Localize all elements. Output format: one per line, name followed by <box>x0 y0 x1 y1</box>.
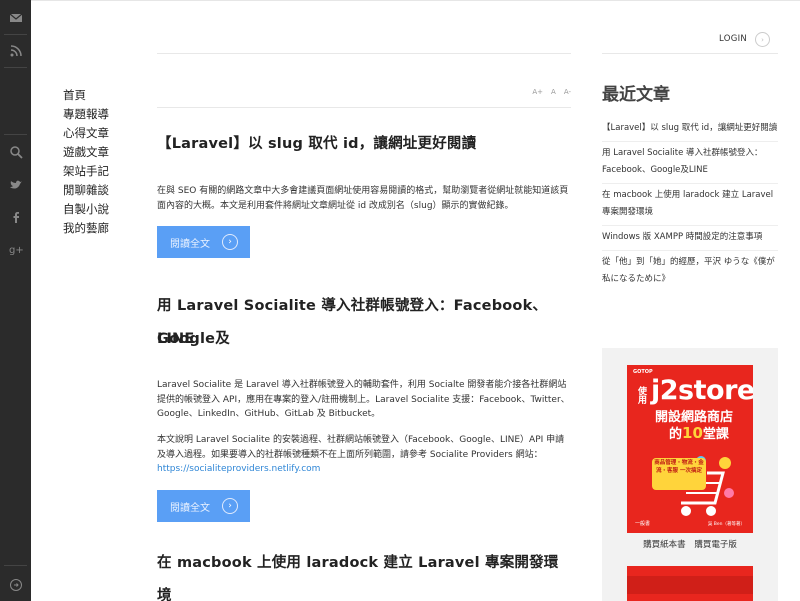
recent-post-link[interactable]: 用 Laravel Socialite 導入社群帳號登入：Facebook、Go… <box>602 142 778 184</box>
recent-posts-heading: 最近文章 <box>602 85 670 105</box>
second-book-cover[interactable] <box>627 566 753 601</box>
font-size-controls: A+ A A- <box>532 88 571 96</box>
nav-item-site-notes[interactable]: 架站手記 <box>63 162 143 181</box>
social-sidebar: g+ <box>0 0 31 601</box>
recent-posts-list: 【Laravel】以 slug 取代 id，讓網址更好閱讀 用 Laravel … <box>602 117 778 292</box>
read-more-label: 閱讀全文 <box>170 238 210 250</box>
svg-text:g+: g+ <box>9 245 23 256</box>
post-title-line: 用 Laravel Socialite 導入社群帳號登入：Facebook、Go… <box>157 298 548 347</box>
recent-post-link[interactable]: 【Laravel】以 slug 取代 id，讓網址更好閱讀 <box>602 117 778 142</box>
nav-item-features[interactable]: 專題報導 <box>63 105 143 124</box>
book-cover-author: 一般書 <box>635 521 651 527</box>
read-more-label: 閱讀全文 <box>170 502 210 514</box>
font-size-increase[interactable]: A+ <box>532 88 543 96</box>
book-ad-panel: GOTOP 使用 j2store 開設網路商店 的10堂課 商品管理・物流・金流… <box>602 348 778 601</box>
login-link[interactable]: LOGIN <box>719 34 747 44</box>
book-cover-title: j2store <box>651 375 753 406</box>
font-size-decrease[interactable]: A- <box>564 88 571 96</box>
post-excerpt: Laravel Socialite 是 Laravel 導入社群帳號登入的輔助套… <box>157 380 570 419</box>
recent-post-link[interactable]: Windows 版 XAMPP 時間設定的注意事項 <box>602 226 778 251</box>
nav-item-chat[interactable]: 閒聊雜談 <box>63 181 143 200</box>
post-excerpt: 本文說明 Laravel Socialite 的安裝過程、社群網站帳號登入（Fa… <box>157 433 571 477</box>
book-purchase-links: 購買紙本書 購買電子版 <box>602 538 778 550</box>
recent-post-link[interactable]: 在 macbook 上使用 laradock 建立 Laravel 專案開發環境 <box>602 184 778 226</box>
search-icon[interactable] <box>0 136 31 167</box>
post-excerpt: 在與 SEO 有關的網路文章中大多會建議頁面網址使用容易閱讀的格式，幫助瀏覽者從… <box>157 186 569 211</box>
read-more-button[interactable]: 閱讀全文 › <box>157 226 250 258</box>
arrow-right-icon: › <box>222 498 238 514</box>
arrow-right-icon: › <box>222 234 238 250</box>
post-title[interactable]: 【Laravel】以 slug 取代 id，讓網址更好閱讀 <box>157 128 476 161</box>
divider <box>602 53 778 54</box>
facebook-icon[interactable] <box>0 201 31 232</box>
post-title[interactable]: 用 Laravel Socialite 導入社群帳號登入：Facebook、Go… <box>157 290 571 356</box>
post-title[interactable]: 在 macbook 上使用 laradock 建立 Laravel 專案開發環境 <box>157 547 571 601</box>
socialite-providers-link[interactable]: https://socialiteproviders.netlify.com <box>157 464 320 474</box>
category-nav: 首頁 專題報導 心得文章 遊戲文章 架站手記 閒聊雜談 自製小說 我的藝廊 <box>63 86 143 238</box>
post-excerpt-text: 本文說明 Laravel Socialite 的安裝過程、社群網站帳號登入（Fa… <box>157 435 565 460</box>
nav-item-gallery[interactable]: 我的藝廊 <box>63 219 143 238</box>
arrow-circle-icon[interactable] <box>0 569 31 600</box>
nav-item-reviews[interactable]: 心得文章 <box>63 124 143 143</box>
book-cover-text: 使用 <box>636 386 646 404</box>
font-size-normal[interactable]: A <box>551 88 556 96</box>
post-title-line: LINE <box>157 331 195 347</box>
mail-icon[interactable] <box>0 2 31 33</box>
twitter-icon[interactable] <box>0 169 31 200</box>
divider <box>157 53 571 54</box>
nav-item-games[interactable]: 遊戲文章 <box>63 143 143 162</box>
nav-item-home[interactable]: 首頁 <box>63 86 143 105</box>
book-cover-image[interactable]: GOTOP 使用 j2store 開設網路商店 的10堂課 商品管理・物流・金流… <box>627 365 753 533</box>
book-cover-tag: 商品管理・物流・金流・客服 一次搞定 <box>652 458 706 490</box>
publisher-logo: GOTOP <box>633 369 653 375</box>
rss-icon[interactable] <box>0 35 31 66</box>
book-cover-author: 吳 Ben（著等著） <box>707 522 745 527</box>
google-plus-icon[interactable]: g+ <box>0 233 31 264</box>
arrow-right-icon[interactable]: › <box>755 32 770 47</box>
divider <box>157 107 571 108</box>
recent-post-link[interactable]: 從「他」到「她」的經歷，平沢 ゆうな《僕が私になるために》 <box>602 251 778 292</box>
buy-print-link[interactable]: 購買紙本書 <box>643 540 686 550</box>
buy-ebook-link[interactable]: 購買電子版 <box>694 540 737 550</box>
post-title-continued[interactable]: LINE <box>157 323 194 356</box>
book-cover-subtitle: 的10堂課 <box>669 424 729 442</box>
read-more-button[interactable]: 閱讀全文 › <box>157 490 250 522</box>
nav-item-novels[interactable]: 自製小說 <box>63 200 143 219</box>
